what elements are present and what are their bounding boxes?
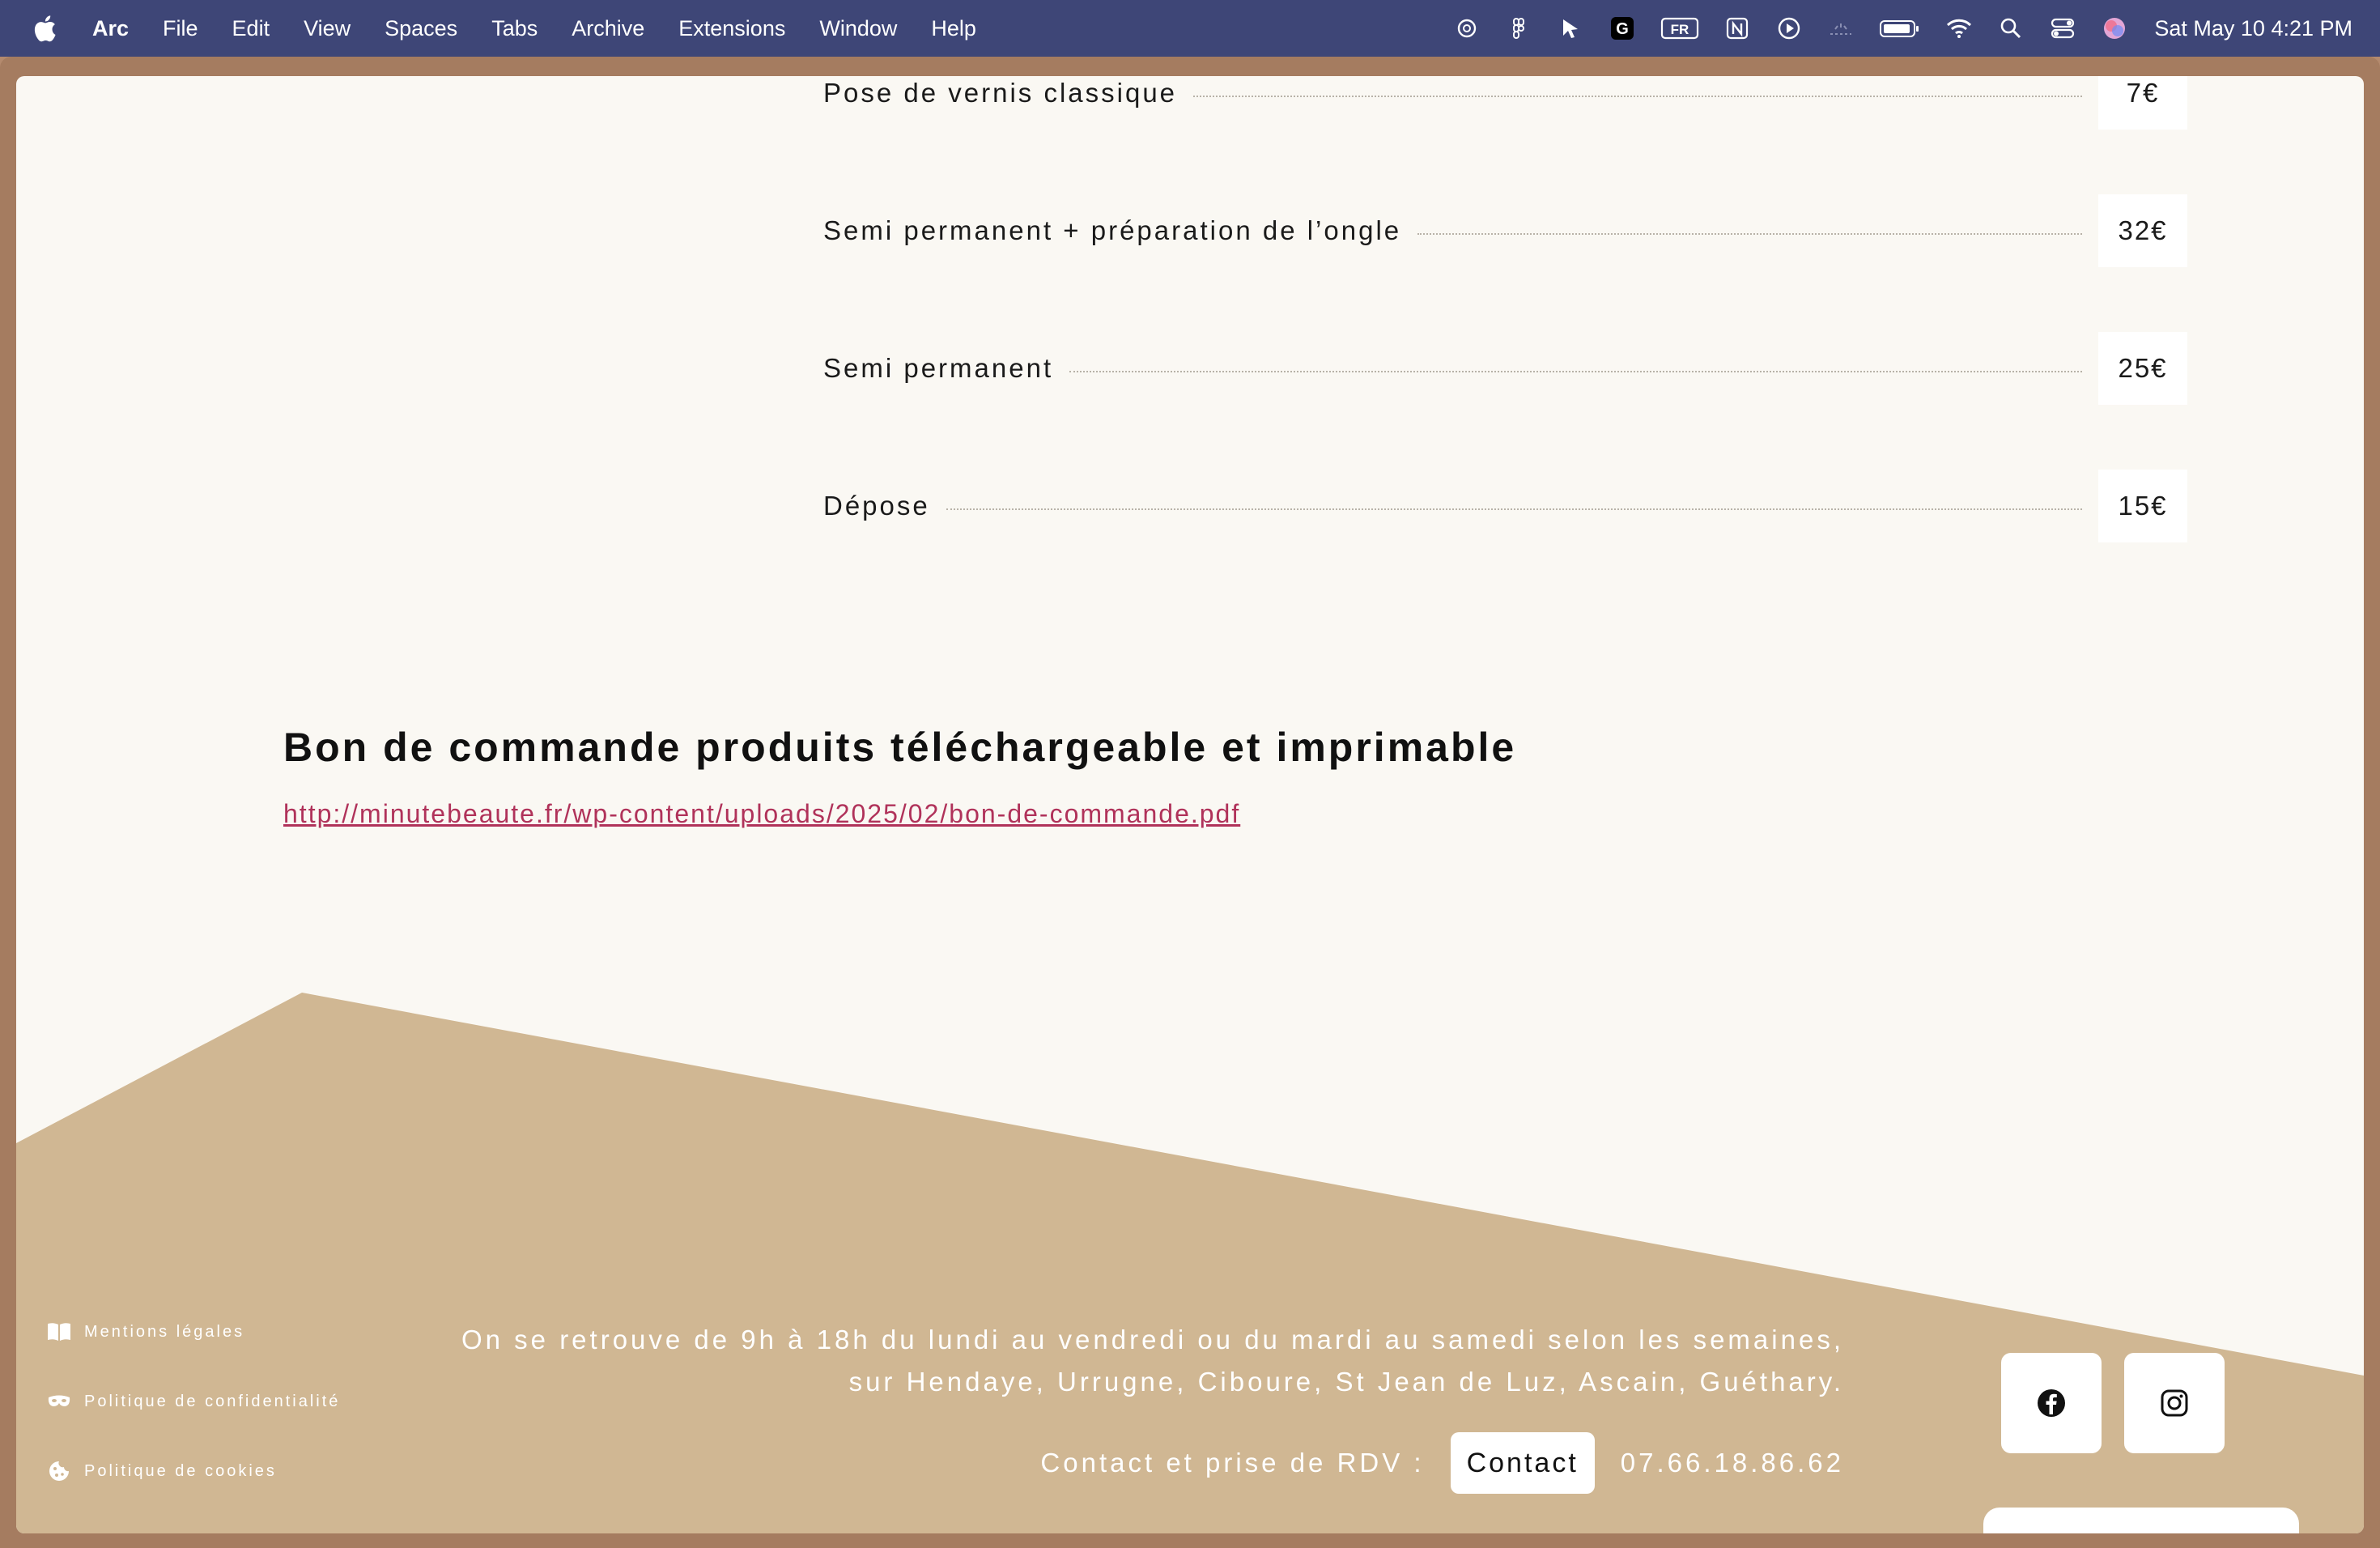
input-source-label: FR bbox=[1671, 22, 1689, 37]
menu-archive[interactable]: Archive bbox=[572, 16, 644, 41]
battery-icon[interactable] bbox=[1879, 15, 1921, 42]
cursor-tool-icon[interactable] bbox=[1557, 15, 1584, 42]
play-circle-icon[interactable] bbox=[1775, 15, 1803, 42]
menu-bar: Arc File Edit View Spaces Tabs Archive E… bbox=[0, 0, 2380, 57]
spotlight-search-icon[interactable] bbox=[1997, 15, 2025, 42]
cookie-policy-label: Politique de cookies bbox=[84, 1461, 277, 1480]
apple-icon[interactable] bbox=[32, 15, 57, 42]
privacy-policy-link[interactable]: Politique de confidentialité bbox=[47, 1391, 340, 1412]
mask-icon bbox=[47, 1391, 71, 1412]
contact-button[interactable]: Contact bbox=[1450, 1432, 1595, 1494]
menu-extensions[interactable]: Extensions bbox=[678, 16, 785, 41]
price-row: Semi permanent 25€ bbox=[823, 332, 2187, 405]
siri-icon[interactable] bbox=[2101, 15, 2128, 42]
cookie-policy-link[interactable]: Politique de cookies bbox=[47, 1461, 277, 1482]
contact-label: Contact et prise de RDV : bbox=[1040, 1448, 1425, 1478]
service-price: 7€ bbox=[2098, 76, 2187, 130]
dotted-leader bbox=[1193, 96, 2082, 97]
notion-icon[interactable] bbox=[1723, 15, 1751, 42]
menu-app-name[interactable]: Arc bbox=[92, 16, 129, 41]
clock[interactable]: Sat May 10 4:21 PM bbox=[2154, 16, 2352, 41]
menu-file[interactable]: File bbox=[163, 16, 198, 41]
service-name: Semi permanent + préparation de l’ongle bbox=[823, 215, 1402, 245]
menu-view[interactable]: View bbox=[304, 16, 351, 41]
price-row: Pose de vernis classique 7€ bbox=[823, 76, 2187, 130]
service-name: Pose de vernis classique bbox=[823, 78, 1178, 108]
price-row: Semi permanent + préparation de l’ongle … bbox=[823, 194, 2187, 267]
menu-spaces[interactable]: Spaces bbox=[385, 16, 457, 41]
book-icon bbox=[47, 1321, 71, 1342]
facebook-icon bbox=[2038, 1389, 2065, 1417]
legal-notice-link[interactable]: Mentions légales bbox=[47, 1321, 244, 1342]
contact-line: Contact et prise de RDV : Contact 07.66.… bbox=[1040, 1432, 1844, 1494]
service-area-line: sur Hendaye, Urrugne, Ciboure, St Jean d… bbox=[848, 1367, 1844, 1397]
order-form-pdf-link[interactable]: http://minutebeaute.fr/wp-content/upload… bbox=[283, 799, 1240, 829]
svg-text:G: G bbox=[1617, 20, 1630, 38]
service-price: 32€ bbox=[2098, 194, 2187, 267]
control-center-icon[interactable] bbox=[2049, 15, 2076, 42]
grammarly-icon[interactable]: G bbox=[1609, 15, 1636, 42]
service-price: 15€ bbox=[2098, 470, 2187, 542]
service-price: 25€ bbox=[2098, 332, 2187, 405]
price-row: Dépose 15€ bbox=[823, 470, 2187, 542]
dotted-leader bbox=[1417, 233, 2082, 235]
menu-edit[interactable]: Edit bbox=[232, 16, 270, 41]
opening-hours: On se retrouve de 9h à 18h du lundi au v… bbox=[387, 1319, 1844, 1403]
figma-icon[interactable] bbox=[1505, 15, 1532, 42]
menu-window[interactable]: Window bbox=[819, 16, 897, 41]
instagram-button[interactable] bbox=[2124, 1353, 2225, 1453]
dotted-leader bbox=[1069, 371, 2082, 372]
legal-notice-label: Mentions légales bbox=[84, 1322, 245, 1341]
facebook-button[interactable] bbox=[2001, 1353, 2102, 1453]
privacy-policy-label: Politique de confidentialité bbox=[84, 1392, 341, 1410]
menu-tabs[interactable]: Tabs bbox=[491, 16, 538, 41]
instagram-icon bbox=[2161, 1389, 2188, 1417]
menu-help[interactable]: Help bbox=[931, 16, 976, 41]
service-name: Semi permanent bbox=[823, 353, 1054, 383]
cookie-icon bbox=[47, 1461, 71, 1482]
dimmed-status-icon[interactable] bbox=[1827, 15, 1855, 42]
opening-hours-line: On se retrouve de 9h à 18h du lundi au v… bbox=[461, 1325, 1844, 1354]
input-source-fr-icon[interactable]: FR bbox=[1660, 15, 1699, 42]
floating-widget[interactable] bbox=[1983, 1508, 2299, 1533]
phone-number[interactable]: 07.66.18.86.62 bbox=[1621, 1448, 1844, 1478]
service-name: Dépose bbox=[823, 491, 930, 521]
wifi-icon[interactable] bbox=[1945, 15, 1973, 42]
order-form-heading: Bon de commande produits téléchargeable … bbox=[283, 725, 1517, 770]
web-page: Pose de vernis classique 7€ Semi permane… bbox=[16, 76, 2364, 1533]
openai-icon[interactable] bbox=[1453, 15, 1481, 42]
dotted-leader bbox=[946, 508, 2082, 510]
